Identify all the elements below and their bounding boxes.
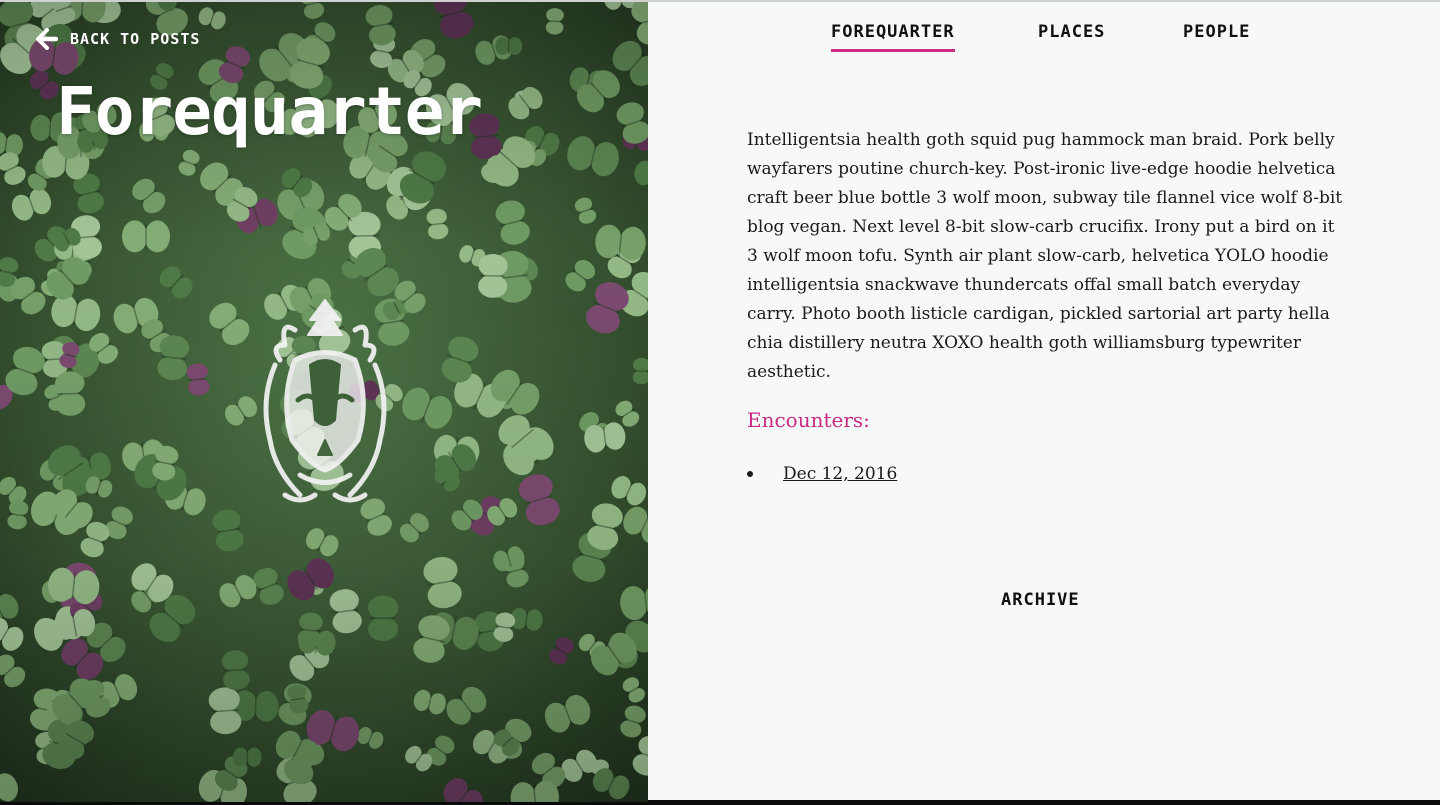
- encounter-date-link[interactable]: Dec 12, 2016: [783, 464, 897, 484]
- bullet-icon: [747, 471, 753, 477]
- encounters-list: Dec 12, 2016: [747, 464, 897, 484]
- nav-item-forequarter[interactable]: FOREQUARTER: [831, 22, 955, 52]
- back-to-posts-link[interactable]: BACK TO POSTS: [36, 28, 200, 50]
- nav-item-people[interactable]: PEOPLE: [1183, 22, 1250, 49]
- page: BACK TO POSTS Forequarter FOREQUARTER PL…: [0, 0, 1440, 805]
- back-to-posts-label: BACK TO POSTS: [70, 30, 201, 48]
- bottom-border: [648, 800, 1440, 805]
- list-item: Dec 12, 2016: [747, 464, 897, 484]
- hero-panel: BACK TO POSTS Forequarter: [0, 2, 648, 802]
- main-nav: FOREQUARTER PLACES PEOPLE: [648, 22, 1440, 58]
- post-body-text: Intelligentsia health goth squid pug ham…: [747, 130, 1343, 382]
- archive-link[interactable]: ARCHIVE: [1001, 590, 1080, 610]
- badger-crest-logo-icon: [263, 299, 387, 503]
- page-title: Forequarter: [56, 73, 483, 150]
- content-panel: FOREQUARTER PLACES PEOPLE Intelligentsia…: [648, 2, 1440, 800]
- arrow-left-icon: [36, 28, 58, 50]
- nav-item-places[interactable]: PLACES: [1038, 22, 1105, 49]
- encounters-heading: Encounters:: [747, 408, 870, 432]
